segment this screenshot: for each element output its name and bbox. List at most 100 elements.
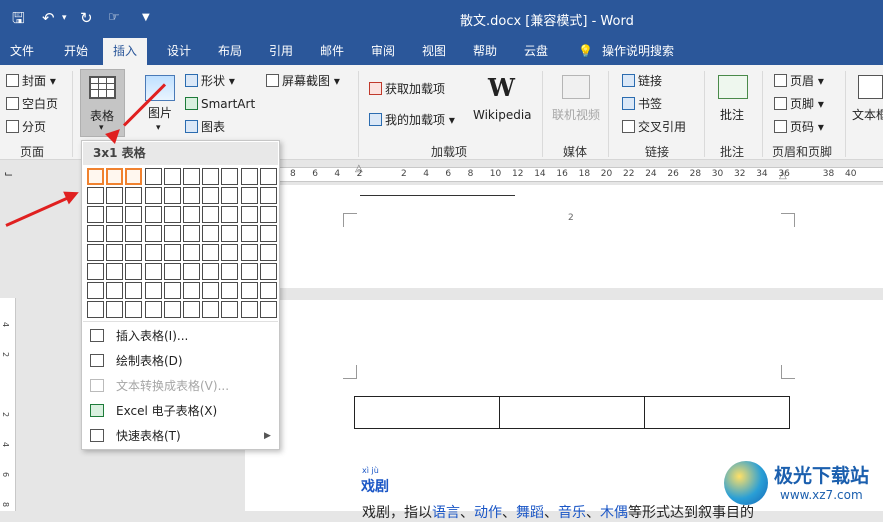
- customize-quick-access-icon[interactable]: ▼: [142, 9, 150, 27]
- tab-help[interactable]: 帮助: [473, 38, 497, 65]
- table-grid-cell[interactable]: [125, 282, 143, 299]
- tab-file[interactable]: 文件: [10, 38, 34, 65]
- chart-button[interactable]: 图表: [185, 119, 225, 135]
- table-grid-cell[interactable]: [259, 225, 277, 242]
- table-grid-cell[interactable]: [240, 187, 258, 204]
- blank-page-button[interactable]: 空白页: [6, 96, 58, 112]
- save-icon[interactable]: 🖫: [12, 9, 25, 27]
- table-grid-cell[interactable]: [259, 301, 277, 318]
- excel-spreadsheet-item[interactable]: Excel 电子表格(X): [83, 399, 278, 423]
- table-grid-cell[interactable]: [163, 244, 181, 261]
- table-grid-cell[interactable]: [183, 301, 200, 318]
- table-grid-cell-selected[interactable]: [125, 168, 143, 185]
- term-link[interactable]: 语言: [432, 505, 460, 521]
- footer-button[interactable]: 页脚 ▾: [774, 96, 824, 112]
- table-grid-cell[interactable]: [259, 263, 277, 280]
- table-preview-cell[interactable]: [644, 397, 789, 428]
- table-grid-cell[interactable]: [202, 187, 220, 204]
- table-grid-cell[interactable]: [202, 225, 220, 242]
- table-grid-cell[interactable]: [106, 282, 124, 299]
- get-addins-button[interactable]: 获取加载项: [369, 81, 445, 97]
- tab-layout[interactable]: 布局: [218, 38, 242, 65]
- screenshot-button[interactable]: 屏幕截图 ▾: [266, 73, 340, 89]
- table-grid-cell[interactable]: [144, 244, 162, 261]
- table-grid-cell[interactable]: [202, 263, 220, 280]
- table-grid-cell[interactable]: [240, 225, 258, 242]
- cross-reference-button[interactable]: 交叉引用: [622, 119, 686, 135]
- table-grid-cell[interactable]: [163, 187, 181, 204]
- header-button[interactable]: 页眉 ▾: [774, 73, 824, 89]
- table-grid-cell[interactable]: [144, 168, 162, 185]
- table-grid-cell[interactable]: [202, 301, 220, 318]
- cover-page-button[interactable]: 封面 ▾: [6, 73, 56, 89]
- table-grid-cell[interactable]: [144, 301, 162, 318]
- table-grid-cell[interactable]: [202, 206, 220, 223]
- table-grid-cell[interactable]: [144, 206, 162, 223]
- undo-icon[interactable]: ↶: [42, 9, 55, 27]
- term-link[interactable]: 音乐: [558, 505, 586, 521]
- table-grid-cell[interactable]: [202, 168, 220, 185]
- draw-table-item[interactable]: 绘制表格(D): [83, 349, 278, 373]
- tab-mailings[interactable]: 邮件: [320, 38, 344, 65]
- table-grid-cell[interactable]: [240, 168, 258, 185]
- quick-tables-item[interactable]: 快速表格(T) ▶: [83, 424, 278, 448]
- table-grid-cell[interactable]: [163, 168, 181, 185]
- table-grid-cell[interactable]: [125, 263, 143, 280]
- table-grid-cell[interactable]: [106, 206, 124, 223]
- table-grid-cell[interactable]: [87, 225, 104, 242]
- table-grid-cell[interactable]: [87, 282, 104, 299]
- text-to-table-item[interactable]: 文本转换成表格(V)...: [83, 374, 278, 398]
- table-grid-cell[interactable]: [163, 263, 181, 280]
- table-grid-cell[interactable]: [259, 187, 277, 204]
- table-grid-cell-selected[interactable]: [106, 168, 124, 185]
- table-grid-cell[interactable]: [183, 244, 200, 261]
- table-grid-cell[interactable]: [259, 244, 277, 261]
- shapes-button[interactable]: 形状 ▾: [185, 73, 235, 89]
- table-grid-cell[interactable]: [87, 301, 104, 318]
- table-grid-cell[interactable]: [240, 263, 258, 280]
- table-grid-cell[interactable]: [106, 225, 124, 242]
- table-grid-cell[interactable]: [106, 263, 124, 280]
- term-link[interactable]: 舞蹈: [516, 505, 544, 521]
- table-grid-cell[interactable]: [106, 244, 124, 261]
- table-grid-cell[interactable]: [221, 187, 239, 204]
- my-addins-button[interactable]: 我的加载项 ▾: [369, 112, 455, 128]
- undo-dropdown-icon[interactable]: ▾: [62, 9, 67, 27]
- table-grid-cell[interactable]: [221, 225, 239, 242]
- insert-table-item[interactable]: 插入表格(I)...: [83, 324, 278, 348]
- page-number-button[interactable]: 页码 ▾: [774, 119, 824, 135]
- table-grid-cell[interactable]: [221, 168, 239, 185]
- tab-review[interactable]: 审阅: [371, 38, 395, 65]
- table-grid-cell[interactable]: [125, 244, 143, 261]
- tab-stop-selector[interactable]: ⌙: [4, 167, 13, 180]
- table-grid-cell[interactable]: [221, 301, 239, 318]
- touch-mode-icon[interactable]: ☞: [108, 9, 120, 27]
- smartart-button[interactable]: SmartArt: [185, 96, 255, 112]
- redo-icon[interactable]: ↻: [80, 9, 93, 27]
- table-grid-cell[interactable]: [163, 282, 181, 299]
- table-grid-cell[interactable]: [240, 206, 258, 223]
- table-grid-cell[interactable]: [125, 206, 143, 223]
- tab-home[interactable]: 开始: [64, 38, 88, 65]
- tab-references[interactable]: 引用: [269, 38, 293, 65]
- table-grid-cell[interactable]: [144, 263, 162, 280]
- table-grid-cell[interactable]: [144, 187, 162, 204]
- online-video-button[interactable]: 联机视频: [552, 107, 600, 123]
- tab-design[interactable]: 设计: [167, 38, 191, 65]
- table-grid-cell[interactable]: [106, 187, 124, 204]
- table-grid-cell[interactable]: [221, 263, 239, 280]
- table-grid-cell[interactable]: [144, 282, 162, 299]
- table-grid-cell[interactable]: [106, 301, 124, 318]
- table-grid-cell[interactable]: [163, 225, 181, 242]
- table-grid-cell[interactable]: [183, 187, 200, 204]
- table-grid-cell[interactable]: [259, 282, 277, 299]
- table-grid-cell[interactable]: [183, 263, 200, 280]
- textbox-button-label[interactable]: 文本框: [852, 107, 883, 123]
- table-grid-cell[interactable]: [202, 282, 220, 299]
- table-grid-cell[interactable]: [221, 244, 239, 261]
- table-grid-cell[interactable]: [259, 206, 277, 223]
- table-grid-cell[interactable]: [240, 301, 258, 318]
- textbox-icon[interactable]: [858, 75, 883, 99]
- table-grid-cell[interactable]: [163, 301, 181, 318]
- table-grid-cell[interactable]: [87, 206, 104, 223]
